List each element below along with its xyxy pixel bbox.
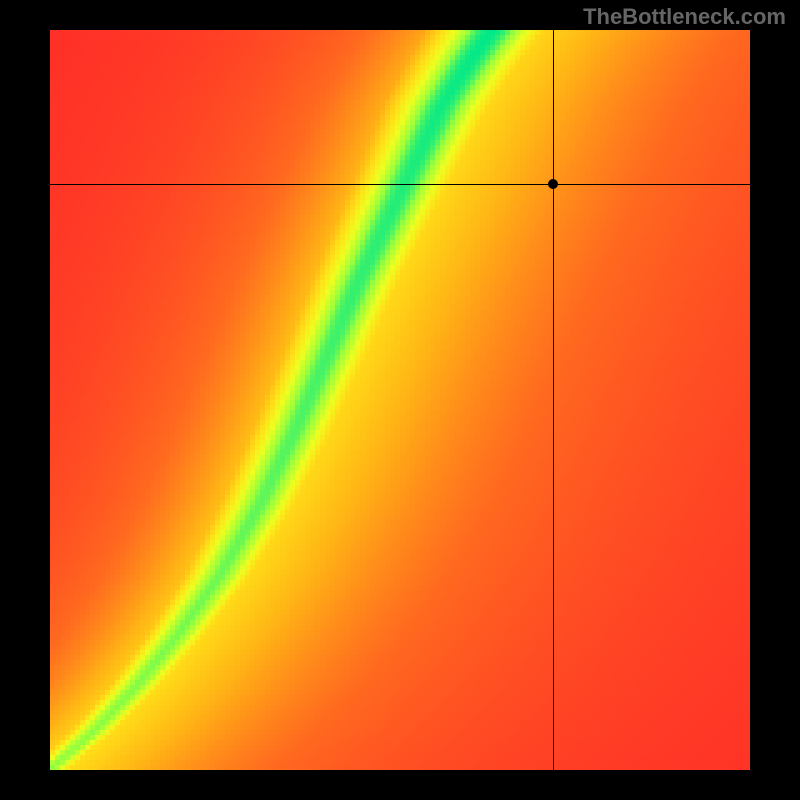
crosshair-vertical [553,30,554,770]
marker-dot [548,179,558,189]
watermark-text: TheBottleneck.com [583,4,786,30]
heatmap-plot [50,30,750,770]
crosshair-horizontal [50,184,750,185]
heatmap-canvas [50,30,750,770]
